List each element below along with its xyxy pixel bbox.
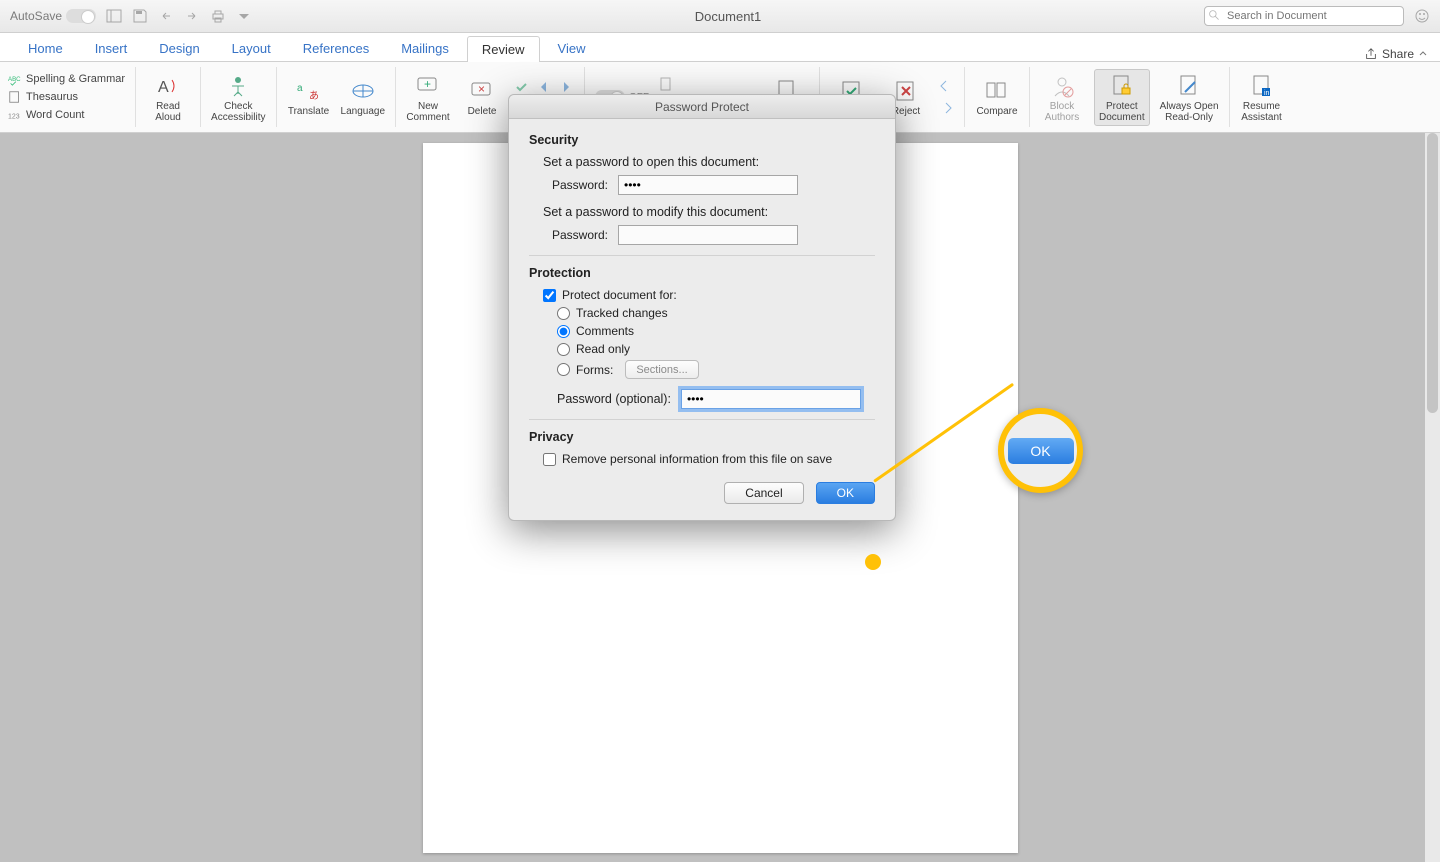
ok-button[interactable]: OK — [816, 482, 875, 504]
password-open-input[interactable] — [618, 175, 798, 195]
sections-button[interactable]: Sections... — [625, 360, 698, 379]
dialog-title: Password Protect — [509, 95, 895, 119]
forms-radio[interactable] — [557, 363, 570, 376]
comments-label: Comments — [576, 324, 634, 338]
password-modify-input[interactable] — [618, 225, 798, 245]
callout-anchor-dot — [865, 554, 881, 570]
cancel-button[interactable]: Cancel — [724, 482, 803, 504]
readonly-label: Read only — [576, 342, 630, 356]
security-heading: Security — [529, 133, 875, 147]
remove-pii-label: Remove personal information from this fi… — [562, 452, 832, 466]
remove-pii-checkbox[interactable] — [543, 453, 556, 466]
protect-for-label: Protect document for: — [562, 288, 677, 302]
forms-label: Forms: — [576, 363, 613, 377]
password-open-label: Password: — [543, 178, 608, 192]
callout-magnifier: OK — [998, 408, 1083, 493]
set-modify-label: Set a password to modify this document: — [529, 205, 875, 219]
password-protect-dialog: Password Protect Security Set a password… — [508, 94, 896, 521]
password-optional-input[interactable] — [681, 389, 861, 409]
protection-heading: Protection — [529, 266, 875, 280]
password-optional-label: Password (optional): — [557, 392, 671, 406]
comments-radio[interactable] — [557, 325, 570, 338]
password-modify-label: Password: — [543, 228, 608, 242]
privacy-heading: Privacy — [529, 430, 875, 444]
protect-for-checkbox[interactable] — [543, 289, 556, 302]
modal-mask: Password Protect Security Set a password… — [0, 0, 1440, 862]
set-open-label: Set a password to open this document: — [529, 155, 875, 169]
callout-ok-button: OK — [1008, 438, 1074, 464]
readonly-radio[interactable] — [557, 343, 570, 356]
tracked-changes-radio[interactable] — [557, 307, 570, 320]
tracked-changes-label: Tracked changes — [576, 306, 668, 320]
